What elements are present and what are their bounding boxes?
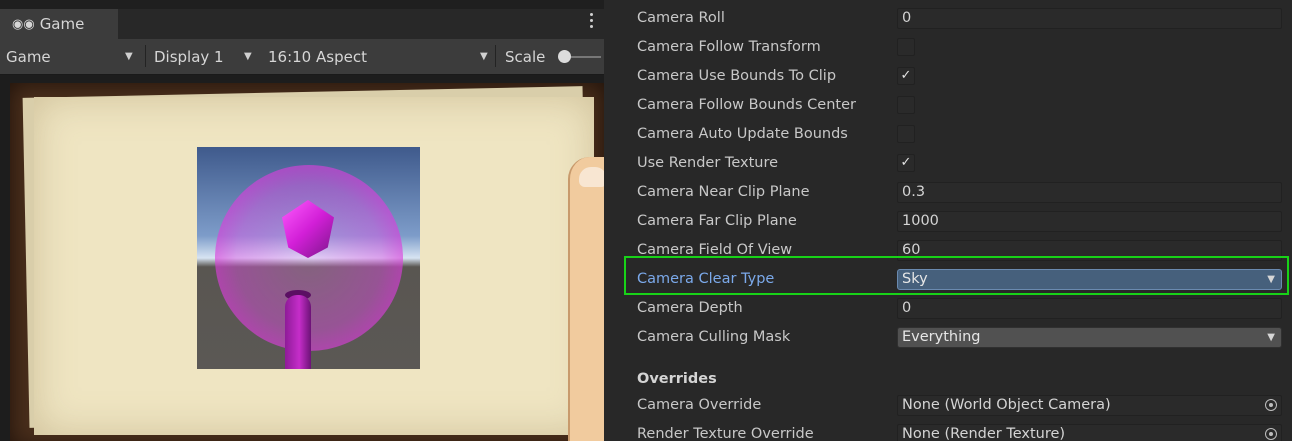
property-row-camera-follow-transform: Camera Follow Transform [604,33,1292,62]
property-row-camera-roll: Camera Roll 0 [604,4,1292,33]
property-row-camera-near-clip-plane: Camera Near Clip Plane 0.3 [604,178,1292,207]
tab-game-label: Game [39,15,85,33]
render-texture-override-object-field[interactable]: None (Render Texture) [897,424,1282,441]
camera-follow-bounds-center-checkbox[interactable] [897,96,915,114]
scale-slider-handle[interactable] [558,50,571,63]
toolbar-divider [495,45,496,67]
object-picker-icon[interactable] [1265,399,1277,411]
property-label: Camera Follow Bounds Center [637,97,856,113]
inspector-panel: Camera Roll 0 Camera Follow Transform Camer… [604,0,1292,441]
property-label: Camera Field Of View [637,242,793,258]
property-label: Camera Follow Transform [637,39,821,55]
view-mode-label: Game [6,47,51,66]
property-label: Camera Near Clip Plane [637,184,810,200]
dropdown-value: Sky [902,271,928,287]
property-row-camera-depth: Camera Depth 0 [604,294,1292,323]
property-label: Camera Culling Mask [637,329,791,345]
chevron-down-icon: ▼ [480,51,488,62]
camera-roll-field[interactable]: 0 [897,8,1282,29]
property-row-camera-clear-type: Camera Clear Type Sky ▼ [604,265,1292,294]
property-label: Render Texture Override [637,426,814,441]
property-row-use-render-texture: Use Render Texture ✓ [604,149,1292,178]
property-label: Camera Clear Type [637,271,775,287]
tab-game[interactable]: ◉◉ Game [0,9,118,39]
camera-culling-mask-dropdown[interactable]: Everything ▼ [897,327,1282,348]
property-label: Use Render Texture [637,155,779,171]
property-row-camera-follow-bounds-center: Camera Follow Bounds Center [604,91,1292,120]
camera-use-bounds-to-clip-checkbox[interactable]: ✓ [897,67,915,85]
camera-clear-type-dropdown[interactable]: Sky ▼ [897,269,1282,290]
overrides-heading: Overrides [637,371,717,387]
property-label: Camera Use Bounds To Clip [637,68,837,84]
more-options-icon[interactable] [588,13,594,28]
camera-follow-transform-checkbox[interactable] [897,38,915,56]
chevron-down-icon: ▼ [244,51,252,62]
object-field-value: None (Render Texture) [902,426,1066,441]
property-label: Camera Far Clip Plane [637,213,797,229]
toolbar-divider [145,45,146,67]
thumb-graphic [568,157,604,441]
property-row-camera-far-clip-plane: Camera Far Clip Plane 1000 [604,207,1292,236]
gamepad-icon: ◉◉ [12,16,35,32]
scale-label: Scale [505,47,546,66]
property-label: Camera Roll [637,10,725,26]
aspect-label: 16:10 Aspect [268,47,367,66]
aspect-dropdown[interactable]: 16:10 Aspect ▼ [268,39,492,74]
camera-auto-update-bounds-checkbox[interactable] [897,125,915,143]
camera-far-clip-plane-field[interactable]: 1000 [897,211,1282,232]
object-picker-icon[interactable] [1265,428,1277,440]
chevron-down-icon: ▼ [1267,274,1275,285]
tab-strip: ◉◉ Game [0,9,604,39]
game-toolbar: Game ▼ Display 1 ▼ 16:10 Aspect ▼ Scale [0,39,604,75]
display-dropdown[interactable]: Display 1 ▼ [154,39,264,74]
camera-near-clip-plane-field[interactable]: 0.3 [897,182,1282,203]
game-viewport[interactable] [0,75,604,441]
wand-rod [285,295,311,369]
property-label: Camera Auto Update Bounds [637,126,848,142]
dropdown-value: Everything [902,329,981,345]
property-row-camera-field-of-view: Camera Field Of View 60 [604,236,1292,265]
property-row-camera-use-bounds-to-clip: Camera Use Bounds To Clip ✓ [604,62,1292,91]
camera-override-object-field[interactable]: None (World Object Camera) [897,395,1282,416]
game-view-panel: ◉◉ Game Game ▼ Display 1 ▼ 16:10 Aspect … [0,0,604,441]
property-row-camera-culling-mask: Camera Culling Mask Everything ▼ [604,323,1292,352]
override-row-camera-override: Camera Override None (World Object Camera… [604,391,1292,420]
display-label: Display 1 [154,47,224,66]
property-label: Camera Override [637,397,762,413]
object-field-value: None (World Object Camera) [902,397,1111,413]
property-row-camera-auto-update-bounds: Camera Auto Update Bounds [604,120,1292,149]
render-texture-preview [197,147,420,369]
camera-field-of-view-field[interactable]: 60 [897,240,1282,261]
override-row-render-texture-override: Render Texture Override None (Render Text… [604,420,1292,441]
property-label: Camera Depth [637,300,743,316]
view-mode-dropdown[interactable]: Game ▼ [6,39,134,74]
chevron-down-icon: ▼ [125,51,133,62]
camera-depth-field[interactable]: 0 [897,298,1282,319]
chevron-down-icon: ▼ [1267,332,1275,343]
use-render-texture-checkbox[interactable]: ✓ [897,154,915,172]
